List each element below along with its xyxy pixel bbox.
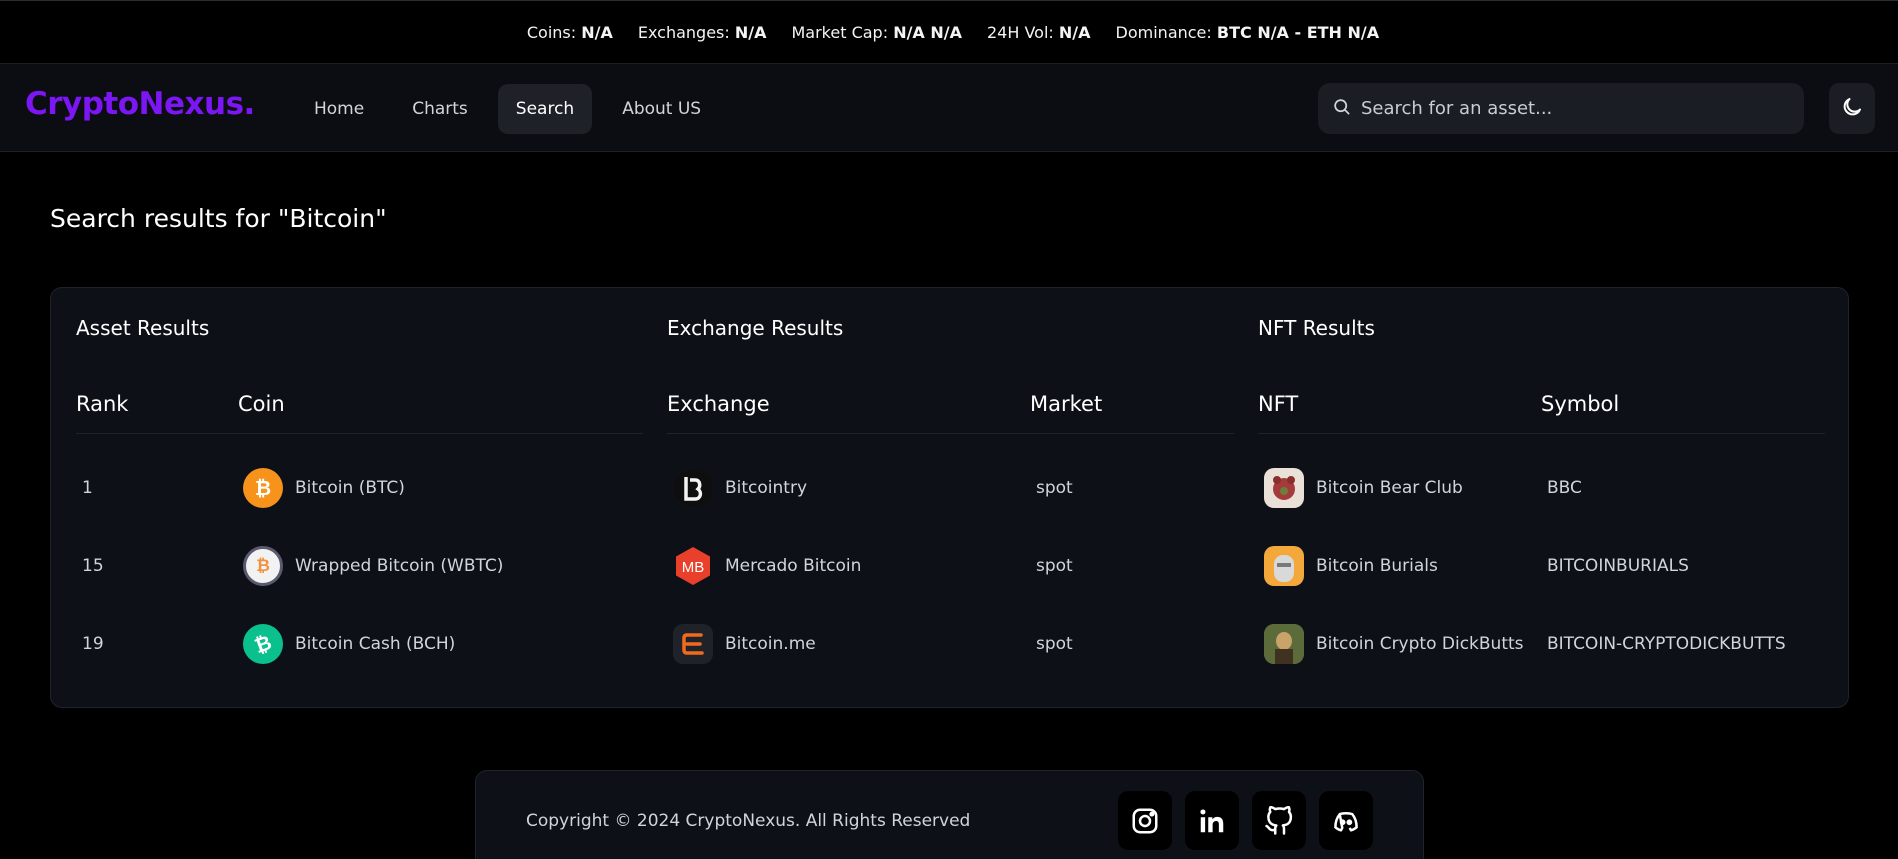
nft-results-title: NFT Results: [1258, 316, 1375, 340]
mercado-bitcoin-logo-icon: MB: [673, 546, 713, 586]
exchange-name[interactable]: Bitcoin.me: [725, 634, 816, 654]
exchange-results-section: Exchange Results Exchange Market Bitcoin…: [667, 288, 1234, 707]
stat-dominance: Dominance: BTC N/A - ETH N/A: [1115, 22, 1380, 42]
page-title: Search results for "Bitcoin": [50, 204, 387, 233]
asset-rank: 19: [82, 634, 104, 654]
nft-name[interactable]: Bitcoin Burials: [1316, 556, 1438, 576]
bitcoin-crypto-dickbutts-thumbnail: [1264, 624, 1304, 664]
market-stats-bar: Coins: N/A Exchanges: N/A Market Cap: N/…: [0, 0, 1898, 64]
exchange-market: spot: [1036, 634, 1073, 654]
navbar: CryptoNexus. Home Charts Search About US: [0, 64, 1898, 152]
bitcointry-logo-icon: [673, 468, 713, 508]
nft-row[interactable]: Bitcoin Crypto DickButts BITCOIN-CRYPTOD…: [1258, 624, 1825, 664]
asset-rank: 15: [82, 556, 104, 576]
stat-coins: Coins: N/A: [526, 22, 613, 42]
github-icon[interactable]: [1252, 791, 1306, 850]
exchange-row[interactable]: MB Mercado Bitcoin spot: [667, 546, 1234, 586]
bitcoin-me-logo-icon: [673, 624, 713, 664]
nav-search[interactable]: Search: [497, 84, 593, 134]
bitcoin-burials-thumbnail: [1264, 546, 1304, 586]
theme-toggle-button[interactable]: [1829, 83, 1875, 134]
nav-links: Home Charts Search About US: [296, 84, 719, 134]
exchange-row[interactable]: Bitcointry spot: [667, 468, 1234, 508]
symbol-column-header: Symbol: [1541, 392, 1620, 416]
instagram-icon[interactable]: [1118, 791, 1172, 850]
stat-exchanges: Exchanges: N/A: [637, 22, 767, 42]
exchange-table-header: Exchange Market: [667, 392, 1234, 434]
asset-name[interactable]: Wrapped Bitcoin (WBTC): [295, 556, 503, 576]
nav-home[interactable]: Home: [296, 84, 382, 134]
asset-table-header: Rank Coin: [76, 392, 643, 434]
discord-icon[interactable]: [1319, 791, 1373, 850]
rank-column-header: Rank: [76, 392, 129, 416]
nft-name[interactable]: Bitcoin Crypto DickButts: [1316, 634, 1524, 654]
exchange-name[interactable]: Bitcointry: [725, 478, 807, 498]
asset-results-section: Asset Results Rank Coin 1 ₿ Bitcoin (BTC…: [76, 288, 643, 707]
exchange-market: spot: [1036, 556, 1073, 576]
bitcoin-cash-icon: ₿: [243, 624, 283, 664]
search-input[interactable]: [1361, 98, 1781, 119]
wrapped-bitcoin-icon: ₿: [243, 546, 283, 586]
asset-name[interactable]: Bitcoin (BTC): [295, 478, 405, 498]
market-column-header: Market: [1030, 392, 1103, 416]
asset-row[interactable]: 15 ₿ Wrapped Bitcoin (WBTC): [76, 546, 643, 586]
asset-row[interactable]: 19 ₿ Bitcoin Cash (BCH): [76, 624, 643, 664]
bitcoin-bear-club-thumbnail: [1264, 468, 1304, 508]
asset-rank: 1: [82, 478, 93, 498]
stat-24h-volume: 24H Vol: N/A: [987, 22, 1091, 42]
asset-search-box[interactable]: [1318, 83, 1804, 134]
copyright-text: Copyright © 2024 CryptoNexus. All Rights…: [526, 811, 971, 831]
nft-symbol: BITCOIN-CRYPTODICKBUTTS: [1547, 634, 1786, 654]
footer: Copyright © 2024 CryptoNexus. All Rights…: [475, 770, 1424, 859]
search-icon: [1332, 97, 1351, 120]
nft-symbol: BITCOINBURIALS: [1547, 556, 1689, 576]
exchange-row[interactable]: Bitcoin.me spot: [667, 624, 1234, 664]
coin-column-header: Coin: [238, 392, 285, 416]
exchange-market: spot: [1036, 478, 1073, 498]
asset-row[interactable]: 1 ₿ Bitcoin (BTC): [76, 468, 643, 508]
exchange-results-title: Exchange Results: [667, 316, 844, 340]
nft-row[interactable]: Bitcoin Bear Club BBC: [1258, 468, 1825, 508]
exchange-name[interactable]: Mercado Bitcoin: [725, 556, 861, 576]
nav-charts[interactable]: Charts: [394, 84, 486, 134]
nft-table-header: NFT Symbol: [1258, 392, 1825, 434]
nft-name[interactable]: Bitcoin Bear Club: [1316, 478, 1463, 498]
nft-row[interactable]: Bitcoin Burials BITCOINBURIALS: [1258, 546, 1825, 586]
logo[interactable]: CryptoNexus.: [25, 86, 255, 122]
asset-results-title: Asset Results: [76, 316, 210, 340]
social-links: [1118, 791, 1373, 850]
nft-column-header: NFT: [1258, 392, 1299, 416]
nft-symbol: BBC: [1547, 478, 1582, 498]
search-results-card: Asset Results Rank Coin 1 ₿ Bitcoin (BTC…: [50, 287, 1849, 708]
linkedin-icon[interactable]: [1185, 791, 1239, 850]
moon-icon: [1840, 95, 1864, 123]
asset-name[interactable]: Bitcoin Cash (BCH): [295, 634, 455, 654]
nft-results-section: NFT Results NFT Symbol Bitcoin Bear Club…: [1258, 288, 1825, 707]
exchange-column-header: Exchange: [667, 392, 770, 416]
bitcoin-icon: ₿: [243, 468, 283, 508]
stat-market-cap: Market Cap: N/A N/A: [791, 22, 962, 42]
nav-about-us[interactable]: About US: [604, 84, 719, 134]
mb-badge-text: MB: [682, 559, 705, 576]
